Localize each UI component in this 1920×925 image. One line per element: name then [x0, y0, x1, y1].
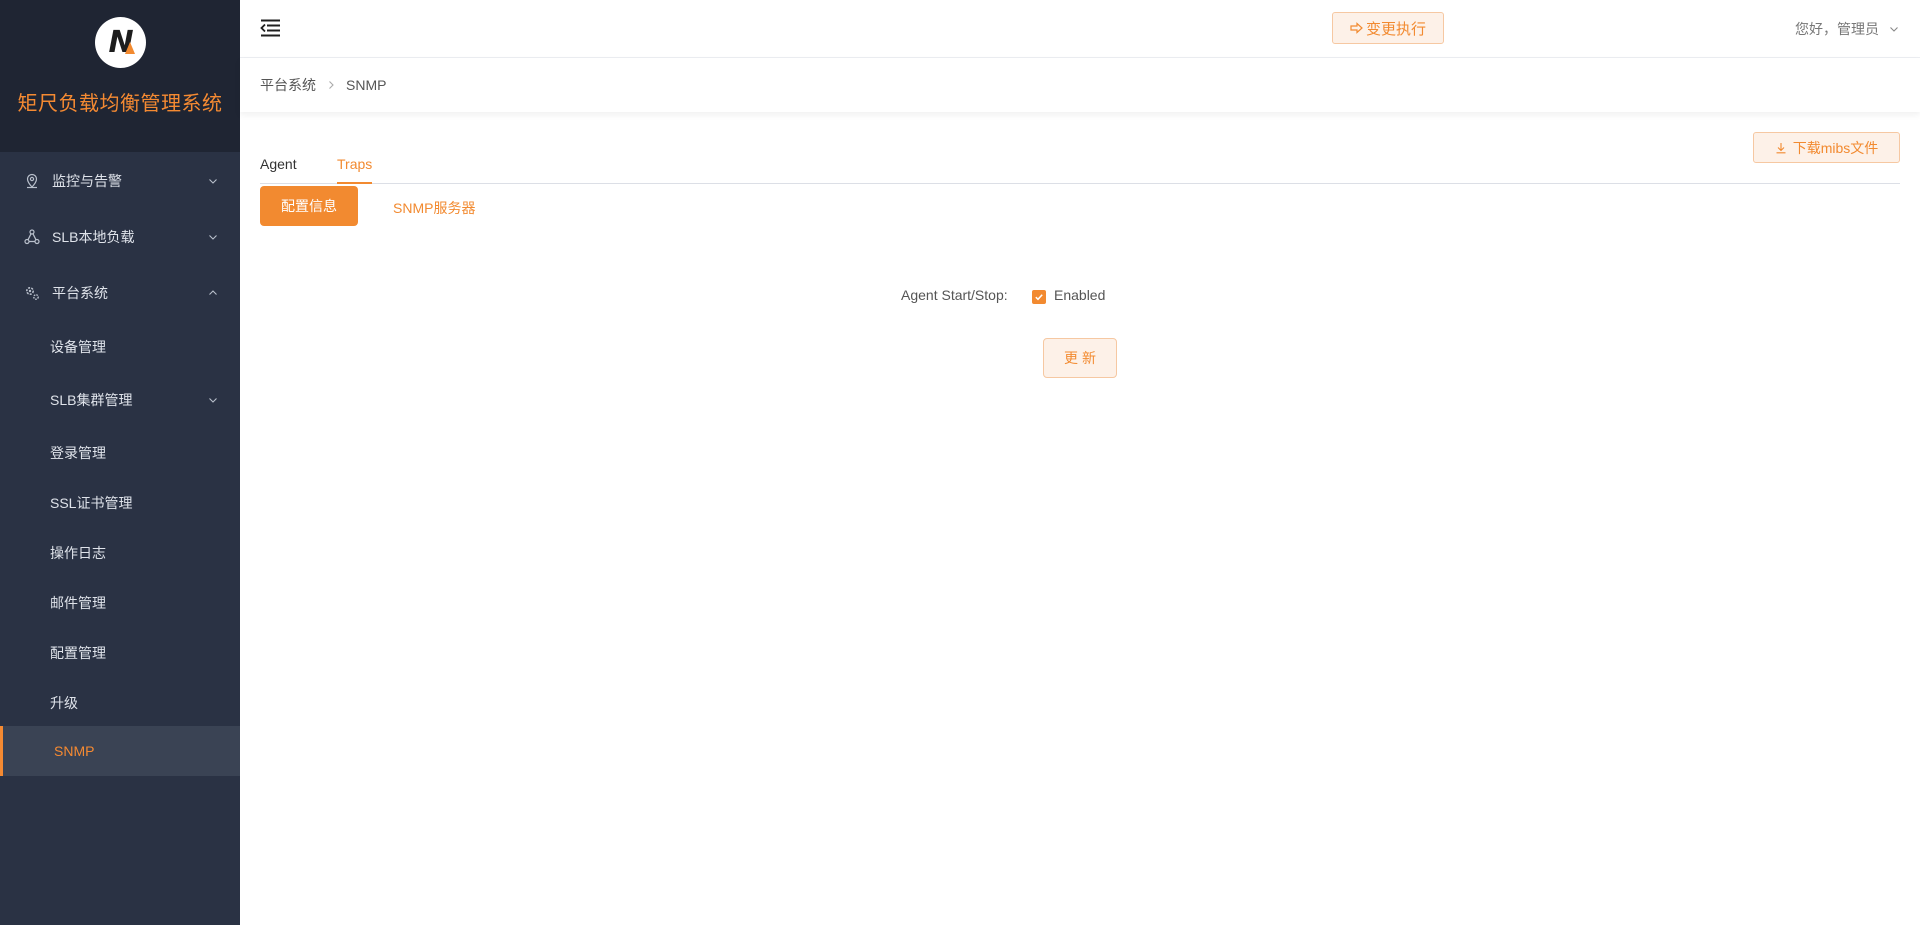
update-button[interactable]: 更新 [1043, 338, 1117, 378]
user-greeting: 您好，管理员 [1795, 21, 1879, 37]
download-icon [1776, 142, 1786, 153]
sidebar-item-device-management[interactable]: 设备管理 [0, 322, 240, 372]
sidebar-item-upgrade[interactable]: 升级 [0, 678, 240, 728]
brand-area: N 矩尺负载均衡管理系统 [0, 0, 240, 152]
main-content: Agent Traps 下载mibs文件 配置信息 SNMP服务器 Agent … [240, 112, 1920, 925]
agent-start-stop-label: Agent Start/Stop: [901, 287, 1008, 303]
sidebar-item-label: 升级 [50, 695, 78, 711]
sidebar-item-login-management[interactable]: 登录管理 [0, 428, 240, 478]
sidebar-item-label: 操作日志 [50, 545, 106, 561]
snmp-server-link[interactable]: SNMP服务器 [393, 198, 475, 218]
change-execute-button[interactable]: 变更执行 [1332, 12, 1444, 44]
sidebar-item-label: 配置管理 [50, 645, 106, 661]
breadcrumb: 平台系统 SNMP [240, 58, 1920, 112]
sidebar-item-label: SLB集群管理 [50, 392, 133, 408]
app-title: 矩尺负载均衡管理系统 [17, 93, 223, 115]
sidebar-item-snmp[interactable]: SNMP [0, 726, 240, 776]
sidebar-item-label: 登录管理 [50, 445, 106, 461]
download-mibs-label: 下载mibs文件 [1792, 139, 1879, 156]
agent-toggle-row: Agent Start/Stop: Enabled [240, 287, 1920, 307]
tab-bar: Agent Traps [260, 142, 1900, 184]
sidebar-item-label: SNMP [54, 743, 95, 759]
sidebar-item-label: 邮件管理 [50, 595, 106, 611]
sidebar: N 矩尺负载均衡管理系统 监控与告警 SLB本地负载 平台系统 设备管理 SLB… [0, 0, 240, 925]
chevron-down-icon [1889, 21, 1899, 37]
sidebar-menu-label: SLB本地负载 [52, 229, 135, 245]
sidebar-item-config-management[interactable]: 配置管理 [0, 628, 240, 678]
tab-agent[interactable]: Agent [260, 156, 297, 184]
tab-traps[interactable]: Traps [337, 156, 373, 184]
menu-collapse-icon[interactable] [260, 19, 281, 37]
sidebar-menu-label: 平台系统 [52, 285, 108, 301]
gears-icon [24, 285, 40, 301]
sidebar-menu-platform[interactable]: 平台系统 [0, 268, 240, 318]
chevron-down-icon [208, 176, 218, 186]
sidebar-menu-slb-local[interactable]: SLB本地负载 [0, 212, 240, 262]
top-header: 变更执行 您好，管理员 [240, 0, 1920, 58]
sidebar-item-mail-management[interactable]: 邮件管理 [0, 578, 240, 628]
change-execute-label: 变更执行 [1365, 20, 1426, 38]
chevron-right-icon [326, 80, 336, 90]
chevron-down-icon [208, 395, 218, 405]
enabled-label[interactable]: Enabled [1054, 287, 1105, 303]
checkmark-icon [1035, 294, 1043, 301]
logo-triangle-icon [124, 42, 135, 54]
sidebar-menu-monitoring[interactable]: 监控与告警 [0, 156, 240, 206]
network-nodes-icon [24, 229, 40, 245]
location-pin-icon [24, 173, 40, 189]
download-mibs-button[interactable]: 下载mibs文件 [1753, 132, 1900, 163]
sidebar-item-label: 设备管理 [50, 339, 106, 355]
chevron-down-icon [208, 232, 218, 242]
sidebar-item-operation-log[interactable]: 操作日志 [0, 528, 240, 578]
breadcrumb-item-snmp: SNMP [346, 77, 387, 93]
chevron-up-icon [208, 288, 218, 298]
config-info-button[interactable]: 配置信息 [260, 186, 358, 226]
sidebar-item-label: SSL证书管理 [50, 495, 133, 511]
user-menu[interactable]: 您好，管理员 [1795, 19, 1899, 39]
sidebar-item-ssl-certificates[interactable]: SSL证书管理 [0, 478, 240, 528]
enter-arrow-icon [1350, 22, 1363, 34]
sidebar-menu-label: 监控与告警 [52, 173, 122, 189]
sidebar-item-slb-cluster[interactable]: SLB集群管理 [0, 375, 240, 425]
logo: N [94, 17, 146, 68]
enabled-checkbox[interactable] [1032, 290, 1046, 304]
breadcrumb-item-platform[interactable]: 平台系统 [260, 75, 316, 95]
